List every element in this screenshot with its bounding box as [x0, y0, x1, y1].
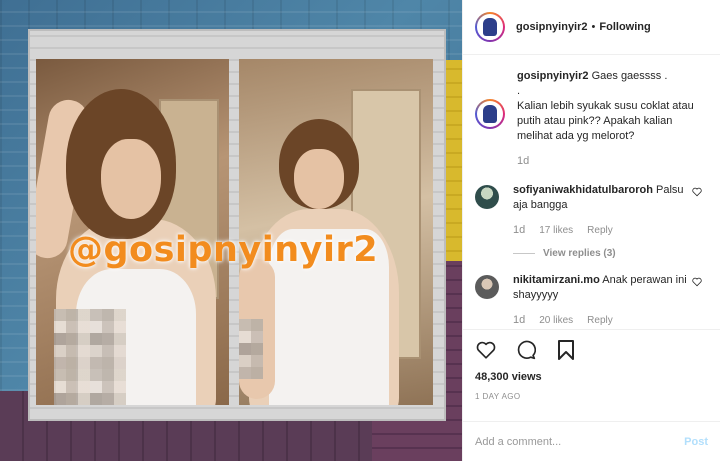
comment-input[interactable]	[475, 435, 685, 448]
caption-line: .	[517, 85, 521, 97]
view-replies-button[interactable]: View replies (3)	[513, 248, 708, 259]
comment-item: sofiyaniwakhidatulbaroroh Palsu aja bang…	[475, 183, 708, 238]
figure-face	[101, 139, 161, 219]
comment-composer: Post	[463, 421, 720, 461]
post-comment-button[interactable]: Post	[684, 436, 708, 448]
heart-icon[interactable]	[692, 187, 702, 197]
follow-button[interactable]: Following	[599, 21, 650, 33]
post-media[interactable]: @gosipnyinyir2	[0, 0, 462, 461]
heart-icon[interactable]	[692, 277, 702, 287]
caption: gosipnyinyir2 Gaes gaessss . . Kalian le…	[475, 70, 708, 169]
censor-pixelation	[239, 319, 263, 379]
comment-item: nikitamirzani.mo Anak perawan ini shayyy…	[475, 273, 708, 328]
comment-time[interactable]: 1d	[513, 223, 525, 238]
post-timestamp[interactable]: 1 DAY AGO	[475, 392, 708, 401]
heart-icon	[476, 341, 496, 359]
caption-line: Gaes gaessss .	[591, 70, 668, 82]
comment-username[interactable]: sofiyaniwakhidatulbaroroh	[513, 184, 653, 196]
comments-section: gosipnyinyir2 Gaes gaessss . . Kalian le…	[463, 55, 720, 329]
bookmark-icon	[558, 340, 574, 360]
avatar[interactable]	[475, 12, 505, 42]
post-side-panel: gosipnyinyir2 • Following gosipnyinyir2 …	[462, 0, 720, 461]
post-header: gosipnyinyir2 • Following	[463, 0, 720, 55]
caption-username[interactable]: gosipnyinyir2	[517, 70, 589, 82]
view-count[interactable]: 48,300 views	[475, 371, 708, 383]
comment-username[interactable]: nikitamirzani.mo	[513, 274, 600, 286]
like-button[interactable]	[475, 339, 497, 361]
comment-time[interactable]: 1d	[513, 313, 525, 328]
separator-dot: •	[591, 21, 596, 33]
reply-button[interactable]: Reply	[587, 223, 613, 238]
media-watermark: @gosipnyinyir2	[68, 230, 379, 270]
save-button[interactable]	[555, 339, 577, 361]
comment-likes[interactable]: 17 likes	[539, 223, 573, 238]
view-replies-label: View replies (3)	[543, 248, 616, 259]
figure-face	[294, 149, 344, 209]
photo-frame	[28, 29, 446, 421]
comment-icon	[517, 340, 536, 360]
reply-button[interactable]: Reply	[587, 313, 613, 328]
author-username[interactable]: gosipnyinyir2	[516, 21, 588, 33]
instagram-post: @gosipnyinyir2 gosipnyinyir2 • Following…	[0, 0, 720, 461]
avatar[interactable]	[475, 99, 505, 129]
avatar[interactable]	[475, 185, 499, 209]
caption-time[interactable]: 1d	[517, 154, 529, 169]
comment-likes[interactable]: 20 likes	[539, 313, 573, 328]
avatar[interactable]	[475, 275, 499, 299]
post-actions: 48,300 views 1 DAY AGO	[463, 329, 720, 421]
censor-pixelation	[54, 309, 126, 405]
caption-line: Kalian lebih syukak susu coklat atau put…	[517, 100, 694, 142]
comment-button[interactable]	[515, 339, 537, 361]
reply-divider	[513, 253, 535, 254]
